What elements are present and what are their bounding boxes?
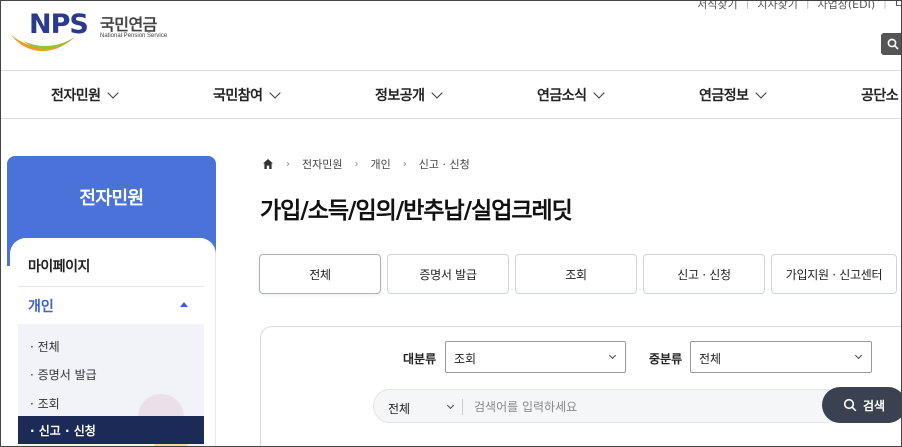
sidebar-divider xyxy=(18,286,204,287)
gnb-item-disclosure[interactable]: 정보공개 xyxy=(375,85,443,105)
caret-up-icon[interactable] xyxy=(180,302,188,307)
tab-label: 조회 xyxy=(565,267,587,282)
header-search-button[interactable] xyxy=(881,33,901,55)
sidebar: 전자민원 마이페이지 개인 · 전체 · 증명서 발급 · 조회 · 신고 · … xyxy=(7,156,216,446)
sidebar-subitem-label: 신고 · 신청 xyxy=(38,424,96,438)
chevron-down-icon xyxy=(854,351,863,360)
sidebar-item-individual[interactable]: 개인 xyxy=(28,296,54,316)
gnb-item-label: 연금소식 xyxy=(537,88,587,104)
search-icon xyxy=(887,38,899,50)
chevron-right-icon: › xyxy=(402,158,407,170)
logo-korean-name: 국민연금 xyxy=(100,15,157,34)
chevron-down-icon xyxy=(106,87,119,99)
gnb-item-label: 연금정보 xyxy=(699,88,749,104)
page-frame: NPS 국민연금 National Pension Service 서식찾기 |… xyxy=(0,0,902,447)
tab-report[interactable]: 신고 · 신청 xyxy=(643,254,765,294)
sidebar-item-mypage[interactable]: 마이페이지 xyxy=(28,256,90,276)
sidebar-subitem-inquiry[interactable]: · 조회 xyxy=(30,395,60,412)
chevron-down-icon xyxy=(592,87,605,99)
gnb-item-corporation[interactable]: 공단소 xyxy=(861,85,899,105)
utility-link-forms[interactable]: 서식찾기 xyxy=(689,1,745,12)
tab-label: 신고 · 신청 xyxy=(677,267,731,282)
major-category-label: 대분류 xyxy=(403,352,437,366)
gnb-item-participation[interactable]: 국민참여 xyxy=(213,85,281,105)
global-nav: 전자민원 국민참여 정보공개 연금소식 연금정보 공단소 xyxy=(1,71,901,119)
tab-inquiry[interactable]: 조회 xyxy=(515,254,637,294)
tab-all[interactable]: 전체 xyxy=(259,254,381,294)
minor-category-label: 중분류 xyxy=(649,352,683,366)
sidebar-title: 전자민원 xyxy=(79,188,144,209)
gnb-item-label: 국민참여 xyxy=(213,88,263,104)
tab-certificates[interactable]: 증명서 발급 xyxy=(387,254,509,294)
keyword-search-bar: 전체 xyxy=(373,389,843,423)
tab-label: 전체 xyxy=(309,267,331,282)
utility-link-branches[interactable]: 지사찾기 xyxy=(749,1,805,12)
search-divider xyxy=(462,399,463,415)
chevron-right-icon: › xyxy=(354,158,359,170)
sidebar-subitem-certificates[interactable]: · 증명서 발급 xyxy=(30,366,97,383)
chevron-down-icon xyxy=(754,87,767,99)
page-title: 가입/소득/임의/반추납/실업크레딧 xyxy=(260,198,573,224)
chevron-down-icon xyxy=(268,87,281,99)
sidebar-subitem-label: 증명서 발급 xyxy=(37,368,97,382)
gnb-item-pension-info[interactable]: 연금정보 xyxy=(699,85,767,105)
chevron-down-icon[interactable] xyxy=(446,401,455,410)
search-input[interactable] xyxy=(474,398,814,416)
major-category-select[interactable]: 조회 xyxy=(445,341,626,373)
search-scope-select[interactable]: 전체 xyxy=(388,400,410,417)
breadcrumb-current[interactable]: 신고 · 신청 xyxy=(419,156,470,172)
gnb-item-label: 정보공개 xyxy=(375,88,425,104)
minor-category-value: 전체 xyxy=(699,352,722,366)
chevron-down-icon xyxy=(430,87,443,99)
breadcrumb-item[interactable]: 전자민원 xyxy=(302,156,342,172)
sidebar-subitem-all[interactable]: · 전체 xyxy=(30,338,60,355)
search-icon xyxy=(843,398,857,412)
tab-label: 가입지원 · 신고센터 xyxy=(785,267,883,282)
logo-mark: NPS xyxy=(29,9,89,40)
sidebar-submenu: · 전체 · 증명서 발급 · 조회 · 신고 · 신청 xyxy=(18,324,204,446)
sidebar-menu: 마이페이지 개인 · 전체 · 증명서 발급 · 조회 · 신고 · 신청 xyxy=(10,238,216,446)
logo-english-name: National Pension Service xyxy=(100,33,168,39)
tab-label: 증명서 발급 xyxy=(419,267,477,282)
sidebar-subitem-report-active[interactable]: · 신고 · 신청 xyxy=(18,416,204,444)
utility-link-edi[interactable]: 사업장(EDI) xyxy=(810,1,884,12)
gnb-item-news[interactable]: 연금소식 xyxy=(537,85,605,105)
sidebar-subitem-label: 조회 xyxy=(37,397,60,411)
chevron-down-icon xyxy=(608,351,617,360)
search-panel: 대분류 조회 중분류 전체 전체 검색 xyxy=(260,326,901,446)
breadcrumb-item[interactable]: 개인 xyxy=(370,156,390,172)
breadcrumb: › 전자민원 › 개인 › 신고 · 신청 xyxy=(262,156,470,172)
search-button[interactable]: 검색 xyxy=(822,387,901,423)
utility-links: 서식찾기 | 지사찾기 | 사업장(EDI) | L xyxy=(689,1,901,12)
home-icon[interactable] xyxy=(262,158,274,170)
gnb-item-e-civil[interactable]: 전자민원 xyxy=(51,85,119,105)
gnb-item-label: 공단소 xyxy=(861,88,899,104)
chevron-right-icon: › xyxy=(286,158,290,170)
tab-support-center[interactable]: 가입지원 · 신고센터 xyxy=(771,254,897,294)
major-category-value: 조회 xyxy=(454,352,477,366)
nps-logo[interactable]: NPS 국민연금 National Pension Service xyxy=(9,7,179,55)
search-button-label: 검색 xyxy=(862,398,886,413)
gnb-item-label: 전자민원 xyxy=(51,88,101,104)
sidebar-subitem-label: 전체 xyxy=(37,340,60,354)
minor-category-select[interactable]: 전체 xyxy=(690,341,872,373)
utility-link-language[interactable]: L xyxy=(887,1,901,12)
